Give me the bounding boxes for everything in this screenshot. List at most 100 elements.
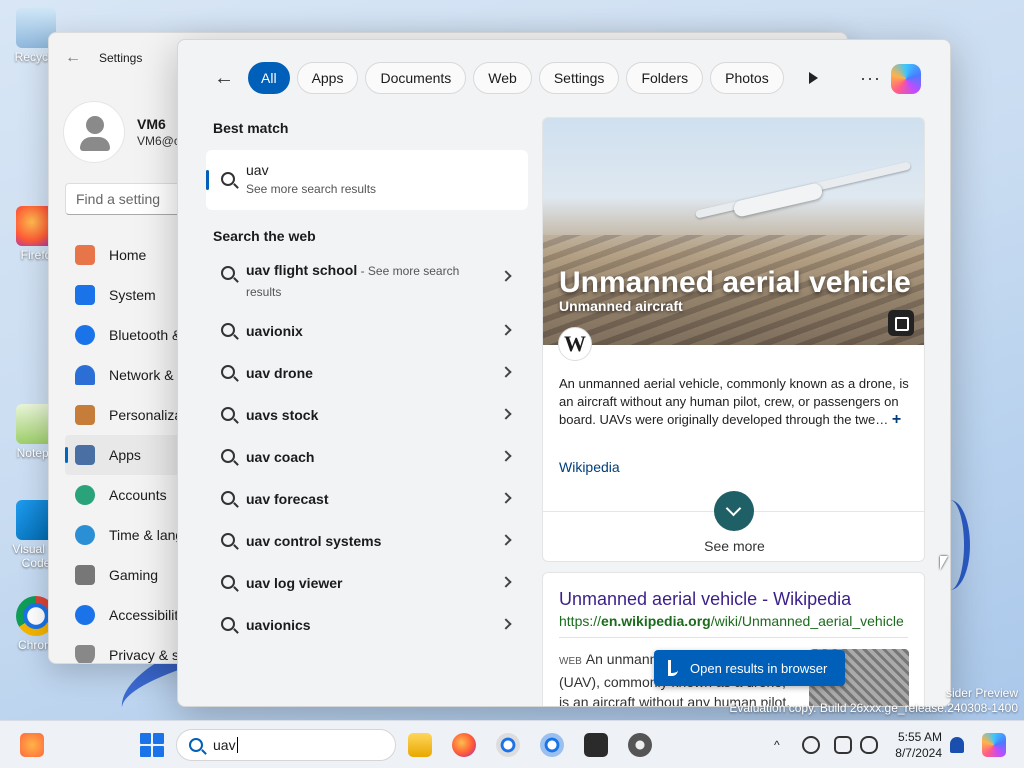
- card-description-text: An unmanned aerial vehicle, commonly kno…: [559, 376, 909, 427]
- web-result[interactable]: uav log viewer: [206, 562, 530, 604]
- web-result[interactable]: uavionics: [206, 604, 530, 646]
- user-name: VM6: [137, 116, 166, 132]
- web-result[interactable]: uav coach: [206, 436, 530, 478]
- filter-all[interactable]: All: [248, 62, 290, 94]
- web-result-card: Unmanned aerial vehicle - Wikipedia http…: [542, 572, 925, 706]
- web-result-url[interactable]: https://en.wikipedia.org/wiki/Unmanned_a…: [559, 613, 904, 629]
- gamepad-icon: [75, 565, 95, 585]
- chevron-right-icon: [500, 366, 512, 378]
- taskbar-search-box[interactable]: uav: [176, 729, 396, 761]
- watermark-line2: Evaluation copy. Build 26xxx.ge_release.…: [729, 701, 1018, 715]
- web-result[interactable]: uavs stock: [206, 394, 530, 436]
- web-result[interactable]: uav drone: [206, 352, 530, 394]
- search-web-heading: Search the web: [213, 228, 316, 244]
- search-filter-bar: ← All Apps Documents Web Settings Folder…: [214, 62, 818, 94]
- divider: [559, 637, 908, 638]
- open-results-in-browser-button[interactable]: Open results in browser: [654, 650, 846, 686]
- web-result-text: uav flight school: [246, 262, 358, 278]
- bing-icon: [668, 660, 678, 676]
- copilot-pre-icon[interactable]: [982, 733, 1006, 757]
- system-icon: [75, 285, 95, 305]
- open-browser-label: Open results in browser: [690, 660, 828, 676]
- url-domain: en.wikipedia.org: [601, 613, 711, 629]
- mouse-cursor-icon: [940, 556, 948, 570]
- web-result[interactable]: uav flight school - See more search resu…: [206, 254, 530, 310]
- settings-title: Settings: [99, 51, 143, 65]
- apps-icon: [75, 445, 95, 465]
- nav-label: Accessibility: [109, 607, 186, 623]
- filter-apps[interactable]: Apps: [296, 62, 359, 94]
- knowledge-card: Unmanned aerial vehicle Unmanned aircraf…: [542, 117, 925, 562]
- drone-image: [693, 161, 913, 219]
- card-description: An unmanned aerial vehicle, commonly kno…: [559, 375, 909, 429]
- copilot-icon[interactable]: [891, 64, 921, 94]
- nav-label: Network &: [109, 367, 174, 383]
- tray-chevron-up-icon[interactable]: ^: [774, 721, 780, 768]
- nav-label: System: [109, 287, 156, 303]
- brush-icon: [75, 405, 95, 425]
- watermark-line1: sider Preview: [945, 686, 1018, 700]
- play-more-filters-icon[interactable]: [808, 72, 818, 84]
- text-caret: [236, 737, 238, 753]
- chrome-canary-icon[interactable]: [496, 733, 520, 757]
- chevron-right-icon: [500, 270, 512, 282]
- web-result-title-link[interactable]: Unmanned aerial vehicle - Wikipedia: [559, 589, 851, 610]
- card-title: Unmanned aerial vehicle: [559, 266, 911, 299]
- system-clock[interactable]: 5:55 AM 8/7/2024: [890, 729, 942, 761]
- network-off-icon[interactable]: [802, 736, 820, 754]
- nav-label: Time & lang: [109, 527, 184, 543]
- more-options-icon[interactable]: ···: [860, 68, 881, 89]
- shield-icon: [75, 645, 95, 663]
- nav-label: Gaming: [109, 567, 159, 583]
- home-icon: [75, 245, 95, 265]
- web-result[interactable]: uav control systems: [206, 520, 530, 562]
- taskbar-search-text: uav: [213, 737, 236, 753]
- settings-gear-icon[interactable]: [628, 733, 652, 757]
- taskbar: uav ^ 5:55 AM 8/7/2024: [0, 720, 1024, 768]
- back-arrow-icon[interactable]: ←: [214, 67, 234, 90]
- search-icon: [221, 449, 235, 463]
- terminal-icon[interactable]: [584, 733, 608, 757]
- back-arrow-icon[interactable]: ←: [65, 49, 81, 67]
- user-email: VM6@c: [137, 134, 180, 148]
- best-match-item[interactable]: uav See more search results: [206, 150, 528, 210]
- notification-bell-icon[interactable]: [950, 737, 964, 753]
- widgets-icon[interactable]: [20, 733, 44, 757]
- display-icon[interactable]: [834, 736, 852, 754]
- accessibility-icon: [75, 605, 95, 625]
- wikipedia-link[interactable]: Wikipedia: [559, 459, 620, 475]
- filter-photos[interactable]: Photos: [710, 62, 784, 94]
- nav-label: Bluetooth &: [109, 327, 182, 343]
- wikipedia-logo-icon: W: [558, 327, 592, 361]
- filter-folders[interactable]: Folders: [626, 62, 704, 94]
- search-icon: [189, 738, 203, 752]
- search-icon: [221, 266, 235, 280]
- start-button[interactable]: [140, 733, 164, 757]
- firefox-icon[interactable]: [452, 733, 476, 757]
- chevron-down-icon[interactable]: [714, 491, 754, 531]
- expand-image-icon[interactable]: [888, 310, 914, 336]
- file-explorer-icon[interactable]: [408, 733, 432, 757]
- web-tag: WEB: [559, 656, 582, 667]
- best-match-heading: Best match: [213, 120, 289, 136]
- chrome-icon[interactable]: [540, 733, 564, 757]
- see-more-label[interactable]: See more: [543, 538, 924, 554]
- web-result-text: uav control systems: [246, 533, 382, 549]
- volume-icon[interactable]: [860, 736, 878, 754]
- web-result-text: uavs stock: [246, 407, 319, 423]
- filter-settings[interactable]: Settings: [538, 62, 620, 94]
- wifi-icon: [75, 365, 95, 385]
- hero-image[interactable]: Unmanned aerial vehicle Unmanned aircraf…: [543, 118, 924, 345]
- search-icon: [221, 533, 235, 547]
- expand-plus-icon[interactable]: +: [892, 411, 901, 428]
- globe-clock-icon: [75, 525, 95, 545]
- card-subtitle: Unmanned aircraft: [559, 298, 683, 314]
- filter-web[interactable]: Web: [473, 62, 532, 94]
- nav-label: Apps: [109, 447, 141, 463]
- web-result[interactable]: uavionix: [206, 310, 530, 352]
- web-result-text: uav log viewer: [246, 575, 343, 591]
- filter-documents[interactable]: Documents: [365, 62, 467, 94]
- web-result[interactable]: uav forecast: [206, 478, 530, 520]
- web-result-text: uav coach: [246, 449, 315, 465]
- nav-label: Personaliza: [109, 407, 183, 423]
